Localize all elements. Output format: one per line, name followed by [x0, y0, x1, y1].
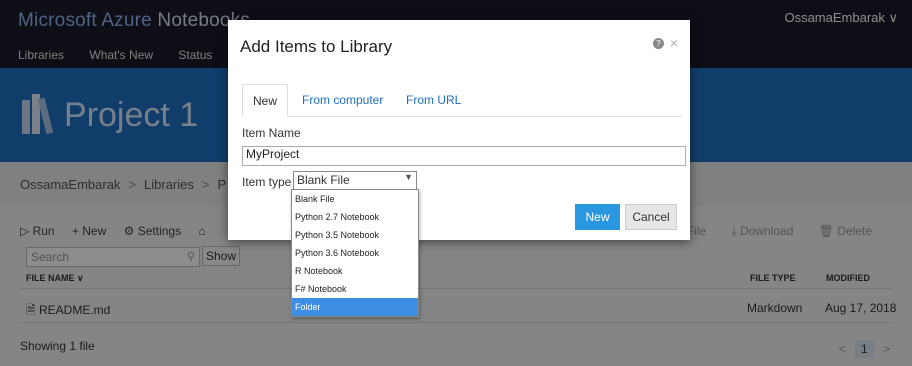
item-name-input[interactable]: MyProject [242, 146, 686, 166]
item-type-value: Blank File [297, 173, 350, 187]
option-python-36[interactable]: Python 3.6 Notebook [292, 244, 418, 262]
option-blank-file[interactable]: Blank File [292, 190, 418, 208]
item-type-dropdown: Blank File Python 2.7 Notebook Python 3.… [291, 189, 419, 317]
option-r-notebook[interactable]: R Notebook [292, 262, 418, 280]
option-python-27[interactable]: Python 2.7 Notebook [292, 208, 418, 226]
item-type-select[interactable]: Blank File ▼ [293, 171, 417, 190]
item-type-label: Item type [242, 175, 292, 189]
close-icon[interactable]: × [670, 35, 678, 51]
chevron-down-icon: ▼ [404, 172, 413, 182]
option-python-35[interactable]: Python 3.5 Notebook [292, 226, 418, 244]
dialog-title: Add Items to Library [240, 37, 393, 56]
tab-from-url[interactable]: From URL [406, 84, 461, 116]
new-item-button[interactable]: New [575, 204, 620, 230]
dialog-tabs: New From computer From URL [242, 84, 682, 117]
help-icon[interactable]: ? [653, 38, 664, 49]
tab-new[interactable]: New [242, 84, 289, 117]
tab-from-computer[interactable]: From computer [302, 84, 383, 116]
option-fsharp-notebook[interactable]: F# Notebook [292, 280, 418, 298]
option-folder[interactable]: Folder [292, 298, 418, 316]
cancel-button[interactable]: Cancel [625, 204, 677, 230]
item-name-label: Item Name [242, 126, 301, 140]
